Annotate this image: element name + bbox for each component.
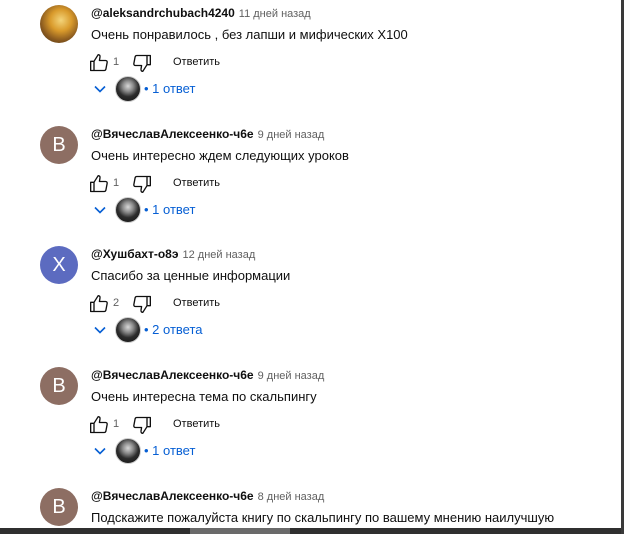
avatar[interactable]: Х bbox=[40, 246, 78, 284]
replies-label[interactable]: 2 ответа bbox=[152, 322, 202, 337]
author-name[interactable]: @Хушбахт-о8э bbox=[91, 247, 179, 261]
author-name[interactable]: @ВячеславАлексеенко-ч6е bbox=[91, 489, 254, 503]
chevron-down-icon[interactable] bbox=[92, 202, 108, 218]
replies-count[interactable]: • 1 ответ bbox=[144, 81, 195, 96]
like-count: 2 bbox=[113, 297, 120, 309]
comment-text: Очень интересна тема по скальпингу bbox=[91, 389, 317, 404]
scrollbar-thumb[interactable] bbox=[190, 528, 290, 534]
comment-header: @ВячеславАлексеенко-ч6е 9 дней назад bbox=[91, 127, 324, 141]
chevron-down-icon[interactable] bbox=[92, 443, 108, 459]
comment-header: @ВячеславАлексеенко-ч6е 9 дней назад bbox=[91, 368, 324, 382]
avatar[interactable] bbox=[40, 5, 78, 43]
chevron-down-icon[interactable] bbox=[92, 81, 108, 97]
creator-avatar bbox=[115, 76, 141, 102]
thumbs-down-icon[interactable] bbox=[132, 53, 152, 73]
comment-text: Спасибо за ценные информации bbox=[91, 268, 291, 283]
author-name[interactable]: @ВячеславАлексеенко-ч6е bbox=[91, 368, 254, 382]
comment-text: Очень интересно ждем следующих уроков bbox=[91, 148, 349, 163]
creator-avatar bbox=[115, 438, 141, 464]
like-count: 1 bbox=[113, 56, 120, 68]
like-count: 1 bbox=[113, 177, 120, 189]
thumbs-up-icon[interactable] bbox=[89, 174, 109, 194]
comment-text: Очень понравилось , без лапши и мифическ… bbox=[91, 27, 408, 42]
author-name[interactable]: @aleksandrchubach4240 bbox=[91, 6, 235, 20]
reply-button[interactable]: Ответить bbox=[173, 297, 220, 309]
comment-time[interactable]: 9 дней назад bbox=[258, 370, 325, 382]
author-name[interactable]: @ВячеславАлексеенко-ч6е bbox=[91, 127, 254, 141]
replies-count[interactable]: • 1 ответ bbox=[144, 202, 195, 217]
replies-label[interactable]: 1 ответ bbox=[152, 81, 195, 96]
replies-label[interactable]: 1 ответ bbox=[152, 202, 195, 217]
comment-time[interactable]: 11 дней назад bbox=[239, 8, 311, 20]
creator-avatar bbox=[115, 317, 141, 343]
thumbs-down-icon[interactable] bbox=[132, 174, 152, 194]
comment-header: @ВячеславАлексеенко-ч6е 8 дней назад bbox=[91, 489, 324, 503]
comment-time[interactable]: 8 дней назад bbox=[258, 491, 325, 503]
chevron-down-icon[interactable] bbox=[92, 322, 108, 338]
like-count: 1 bbox=[113, 418, 120, 430]
reply-button[interactable]: Ответить bbox=[173, 418, 220, 430]
thumbs-down-icon[interactable] bbox=[132, 415, 152, 435]
thumbs-up-icon[interactable] bbox=[89, 415, 109, 435]
comment-time[interactable]: 12 дней назад bbox=[183, 249, 256, 261]
creator-avatar bbox=[115, 197, 141, 223]
horizontal-scrollbar[interactable] bbox=[0, 528, 621, 534]
avatar[interactable]: В bbox=[40, 488, 78, 526]
comment-time[interactable]: 9 дней назад bbox=[258, 129, 325, 141]
replies-label[interactable]: 1 ответ bbox=[152, 443, 195, 458]
reply-button[interactable]: Ответить bbox=[173, 177, 220, 189]
comment-text: Подскажите пожалуйста книгу по скальпинг… bbox=[91, 510, 555, 525]
replies-count[interactable]: • 1 ответ bbox=[144, 443, 195, 458]
avatar[interactable]: В bbox=[40, 126, 78, 164]
comment-header: @Хушбахт-о8э 12 дней назад bbox=[91, 247, 255, 261]
comment-header: @aleksandrchubach4240 11 дней назад bbox=[91, 6, 311, 20]
replies-count[interactable]: • 2 ответа bbox=[144, 322, 203, 337]
avatar[interactable]: В bbox=[40, 367, 78, 405]
thumbs-up-icon[interactable] bbox=[89, 294, 109, 314]
reply-button[interactable]: Ответить bbox=[173, 56, 220, 68]
thumbs-down-icon[interactable] bbox=[132, 294, 152, 314]
thumbs-up-icon[interactable] bbox=[89, 53, 109, 73]
